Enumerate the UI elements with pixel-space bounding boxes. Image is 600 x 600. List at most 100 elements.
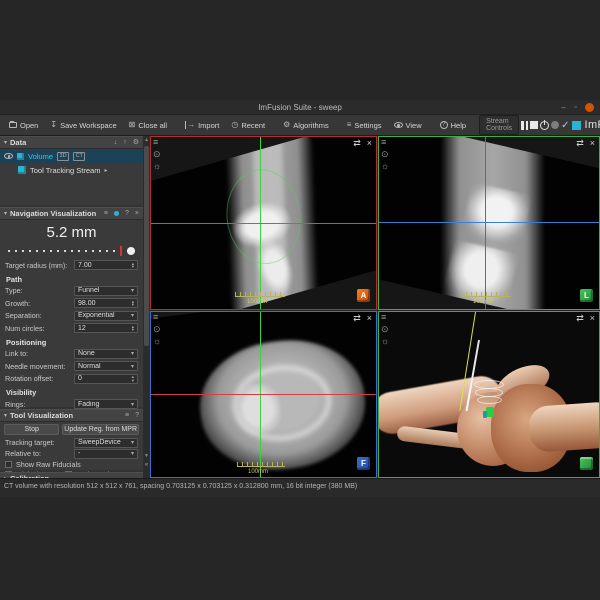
volume-list-item[interactable]: Volume 3D CT — [0, 149, 143, 163]
tool-tracking-stream-item[interactable]: Tool Tracking Stream ▸ — [0, 163, 143, 177]
reset-view-icon[interactable]: ⊙ — [153, 150, 161, 159]
stream-label: Tool Tracking Stream — [30, 166, 100, 175]
import-label: Import — [198, 121, 219, 130]
save-workspace-button[interactable]: ↧ Save Workspace — [45, 119, 121, 132]
minimize-button[interactable]: – — [559, 104, 568, 112]
brightness-icon[interactable]: ☼ — [153, 337, 161, 346]
menu-icon[interactable]: ≡ — [381, 138, 389, 147]
crosshair-vertical-red[interactable] — [485, 137, 486, 309]
reset-view-icon[interactable]: ⊙ — [381, 150, 389, 159]
help-button[interactable]: ? Help — [435, 119, 471, 132]
target-radius-spinbox[interactable]: 7.00 ▴▾ — [74, 260, 138, 270]
settings-button[interactable]: ≡ Settings — [342, 119, 387, 132]
tool-panel-header[interactable]: ▾ Tool Visualization ≡ ? — [0, 409, 143, 422]
stop-stream-button[interactable] — [530, 118, 538, 133]
maximize-icon[interactable]: × — [590, 139, 595, 148]
import-button[interactable]: → Import — [180, 119, 224, 132]
trajectory-slider[interactable] — [8, 245, 135, 257]
move-up-icon[interactable]: ↑ — [123, 139, 127, 147]
viewport-top-right[interactable]: ≡ ⊙ ☼ ⇄ × 100mm L — [378, 136, 600, 310]
link-to-select[interactable]: None ▾ — [74, 349, 138, 359]
relative-to-select[interactable]: - ▾ — [74, 449, 138, 459]
viewport-bottom-left[interactable]: ≡ ⊙ ☼ ⇄ × 100mm F — [150, 311, 377, 478]
brightness-icon[interactable]: ☼ — [381, 162, 389, 171]
menu-icon[interactable]: ≡ — [381, 313, 389, 322]
menu-icon[interactable]: ≡ — [104, 210, 108, 218]
algorithms-label: Algorithms — [293, 121, 328, 130]
viewport-top-left[interactable]: ≡ ⊙ ☼ ⇄ × 100mm A — [150, 136, 377, 310]
update-reg-button[interactable]: Update Reg. from MPR — [62, 424, 139, 435]
swap-views-icon[interactable]: ⇄ — [353, 139, 361, 148]
swap-views-icon[interactable]: ⇄ — [576, 314, 584, 323]
spinner-arrows-icon[interactable]: ▴▾ — [132, 300, 134, 307]
confirm-button[interactable]: ✓ — [561, 118, 569, 133]
crosshair-horizontal-blue[interactable] — [151, 223, 376, 224]
algorithms-button[interactable]: ⚙ Algorithms — [278, 119, 334, 132]
data-panel-header[interactable]: ▾ Data ↓ ↑ ⚙ — [0, 136, 143, 149]
maximize-icon[interactable]: × — [367, 314, 372, 323]
reset-view-icon[interactable]: ⊙ — [381, 325, 389, 334]
orientation-badge-left[interactable]: L — [580, 289, 593, 302]
maximize-icon[interactable]: × — [590, 314, 595, 323]
menu-icon[interactable]: ≡ — [153, 313, 161, 322]
show-raw-fiducials-row[interactable]: Show Raw Fiducials — [0, 459, 143, 469]
separation-select[interactable]: Exponential ▾ — [74, 311, 138, 321]
menu-icon[interactable]: ≡ — [153, 138, 161, 147]
record-button[interactable] — [551, 118, 559, 133]
brightness-icon[interactable]: ☼ — [153, 162, 161, 171]
crosshair-horizontal-blue[interactable] — [379, 222, 599, 223]
target-radius-value: 7.00 — [78, 262, 132, 269]
nav-panel-header[interactable]: ▾ Navigation Visualization ≡ ? × — [0, 207, 143, 220]
swap-views-icon[interactable]: ⇄ — [576, 139, 584, 148]
needle-movement-value: Normal — [78, 363, 131, 370]
gear-icon[interactable]: ⚙ — [133, 139, 139, 147]
close-all-button[interactable]: ⊠ Close all — [124, 119, 172, 132]
close-icon[interactable]: × — [135, 210, 139, 218]
info-dot-icon[interactable] — [114, 211, 119, 216]
chevron-down-icon: ▾ — [131, 439, 134, 446]
spinner-arrows-icon[interactable]: ▴▾ — [132, 262, 134, 269]
recent-button[interactable]: ◷ Recent — [226, 119, 270, 132]
growth-spinbox[interactable]: 98.00 ▴▾ — [74, 298, 138, 308]
pause-button[interactable] — [521, 118, 528, 133]
slider-target-marker — [120, 246, 122, 256]
num-circles-spinbox[interactable]: 12 ▴▾ — [74, 323, 138, 333]
needle-movement-select[interactable]: Normal ▾ — [74, 361, 138, 371]
move-down-icon[interactable]: ↓ — [114, 139, 118, 147]
spinner-arrows-icon[interactable]: ▴▾ — [132, 325, 134, 332]
scroll-up-icon[interactable]: ▲ — [143, 136, 150, 144]
orientation-badge-anterior[interactable]: A — [357, 289, 370, 302]
stream-controls-box[interactable]: Stream Controls — [479, 115, 519, 135]
crosshair-horizontal-red[interactable] — [151, 394, 376, 395]
orientation-badge-feet[interactable]: F — [357, 457, 370, 470]
type-select[interactable]: Funnel ▾ — [74, 286, 138, 296]
rotation-offset-spinbox[interactable]: 0 ▴▾ — [74, 374, 138, 384]
orientation-cube-3d[interactable] — [580, 457, 593, 470]
slider-handle[interactable] — [127, 247, 135, 255]
view-button[interactable]: View — [389, 119, 427, 132]
slider-track[interactable] — [8, 250, 135, 252]
visibility-eye-icon[interactable] — [4, 153, 13, 159]
viewport-3d[interactable]: ≡ ⊙ ☼ ⇄ × — [378, 311, 600, 478]
scrollbar-thumb[interactable] — [144, 146, 149, 346]
spinner-arrows-icon[interactable]: ▴▾ — [132, 375, 134, 382]
menu-icon[interactable]: ≡ — [125, 412, 129, 420]
scroll-down-icon[interactable]: ▼ — [143, 452, 150, 460]
reset-view-icon[interactable]: ⊙ — [153, 325, 161, 334]
brightness-icon[interactable]: ☼ — [381, 337, 389, 346]
help-icon[interactable]: ? — [125, 210, 129, 218]
expand-arrow-icon[interactable]: ▸ — [104, 167, 107, 174]
rings-select[interactable]: Fading ▾ — [74, 399, 138, 409]
help-icon[interactable]: ? — [135, 412, 139, 420]
maximize-button[interactable]: ▫ — [571, 104, 580, 112]
sidebar-scrollbar[interactable]: ▲ ▼ « — [143, 136, 150, 478]
swap-views-icon[interactable]: ⇄ — [353, 314, 361, 323]
collapse-sidebar-icon[interactable]: « — [143, 462, 150, 468]
power-button[interactable] — [540, 118, 549, 133]
open-button[interactable]: Open — [4, 119, 43, 132]
close-button[interactable] — [585, 103, 594, 112]
checkbox-icon[interactable] — [5, 461, 12, 468]
stop-button[interactable]: Stop — [4, 424, 59, 435]
tracking-target-select[interactable]: SweepDevice ▾ — [74, 438, 138, 448]
maximize-icon[interactable]: × — [367, 139, 372, 148]
